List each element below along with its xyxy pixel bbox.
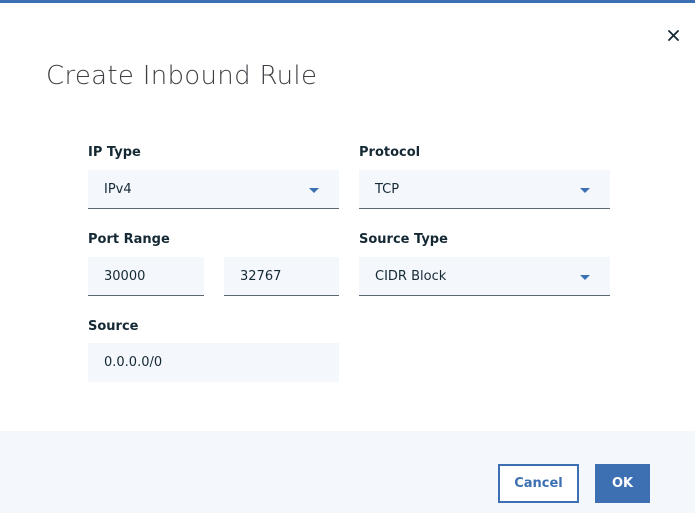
ip-type-select[interactable]: IPv4 <box>88 170 339 209</box>
ip-type-value: IPv4 <box>104 181 132 197</box>
close-button[interactable] <box>663 25 683 45</box>
protocol-select[interactable]: TCP <box>359 170 610 209</box>
ip-type-label: IP Type <box>88 145 141 160</box>
source-type-select[interactable]: CIDR Block <box>359 257 610 296</box>
port-range-from-value: 30000 <box>104 268 146 284</box>
create-inbound-rule-dialog: Create Inbound Rule IP Type IPv4 Protoco… <box>0 0 695 513</box>
source-type-value: CIDR Block <box>375 268 447 284</box>
cancel-button[interactable]: Cancel <box>498 464 579 503</box>
protocol-value: TCP <box>375 181 400 197</box>
source-type-label: Source Type <box>359 232 448 247</box>
dialog-title: Create Inbound Rule <box>46 61 318 91</box>
dialog-footer <box>0 431 695 513</box>
caret-down-icon <box>580 188 590 193</box>
protocol-label: Protocol <box>359 145 421 160</box>
port-range-from-input[interactable]: 30000 <box>88 257 204 296</box>
caret-down-icon <box>580 275 590 280</box>
source-input[interactable]: 0.0.0.0/0 <box>88 343 339 382</box>
ok-button[interactable]: OK <box>595 464 650 503</box>
caret-down-icon <box>309 188 319 193</box>
source-label: Source <box>88 319 139 334</box>
port-range-to-input[interactable]: 32767 <box>224 257 339 296</box>
port-range-label: Port Range <box>88 232 170 247</box>
source-value: 0.0.0.0/0 <box>104 355 163 370</box>
close-icon <box>667 29 679 41</box>
port-range-to-value: 32767 <box>240 268 282 284</box>
